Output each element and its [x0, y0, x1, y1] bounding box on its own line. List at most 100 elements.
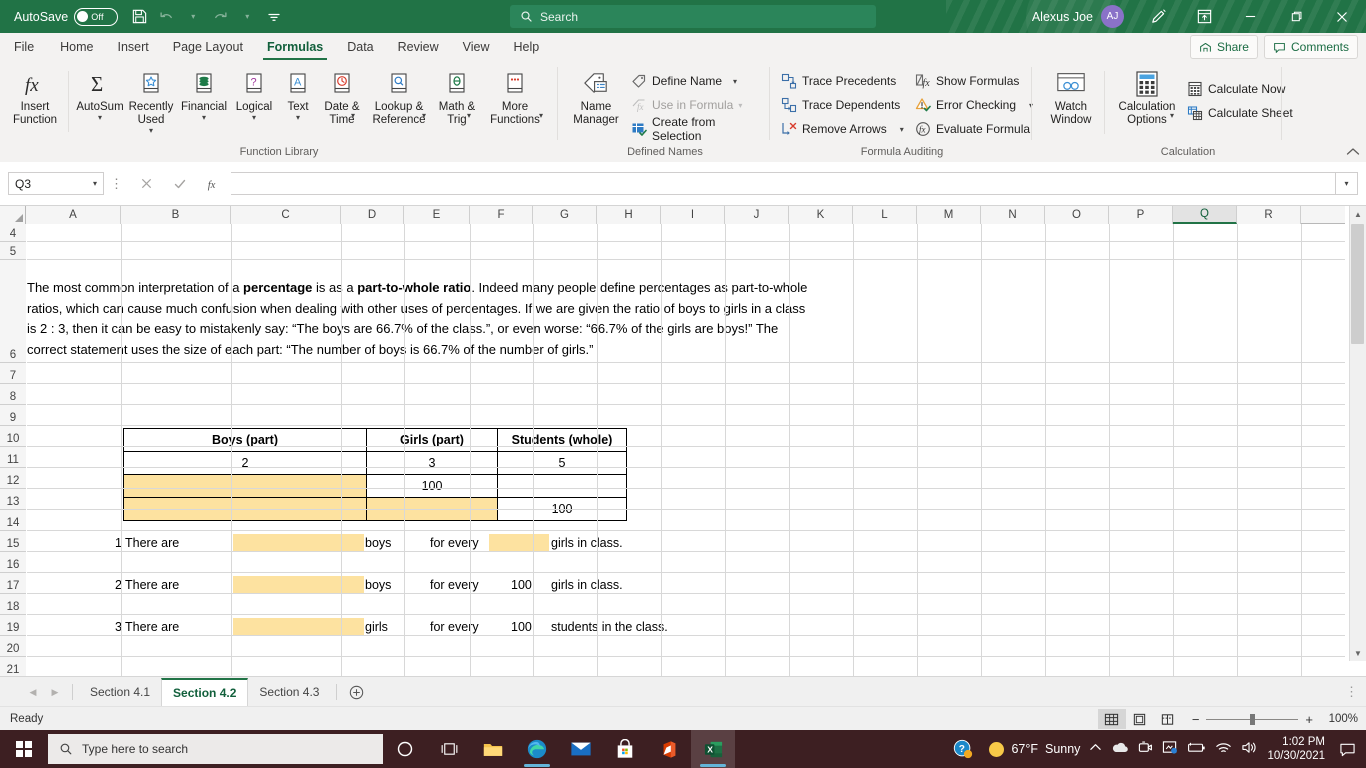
tab-home[interactable]: Home	[48, 33, 105, 61]
chevron-down-icon[interactable]: ▾	[539, 112, 543, 121]
name-manager-button[interactable]: Name Manager	[566, 61, 626, 127]
tab-view[interactable]: View	[451, 33, 502, 61]
row-header-5[interactable]: 5	[0, 242, 26, 260]
ribbon-display-pen-icon[interactable]	[1136, 0, 1180, 33]
chevron-down-icon[interactable]: ▾	[1170, 112, 1174, 121]
row-header-12[interactable]: 12	[0, 468, 26, 489]
column-header-Q[interactable]: Q	[1173, 206, 1237, 224]
column-header-G[interactable]: G	[533, 206, 597, 224]
chevron-down-icon[interactable]: ▾	[98, 114, 102, 123]
wifi-icon[interactable]	[1215, 741, 1232, 758]
expand-formula-bar-icon[interactable]: ▾	[1336, 172, 1358, 195]
row-header-20[interactable]: 20	[0, 636, 26, 657]
edge-browser-icon[interactable]	[515, 730, 559, 768]
zoom-in-button[interactable]: +	[1305, 712, 1313, 727]
screen-snip-icon[interactable]	[1162, 740, 1178, 758]
enter-icon[interactable]	[163, 172, 197, 195]
remove-arrows-button[interactable]: Remove Arrows ▾	[780, 117, 904, 141]
column-header-E[interactable]: E	[404, 206, 470, 224]
math-trig-button[interactable]: Math & Trig ▾	[432, 61, 482, 121]
search-input[interactable]: Search	[510, 5, 876, 28]
trace-dependents-button[interactable]: Trace Dependents	[780, 93, 904, 117]
tab-file[interactable]: File	[0, 33, 48, 61]
question-3-answer2[interactable]: 100	[511, 620, 532, 634]
weather-widget[interactable]: 67°F Sunny	[989, 742, 1080, 757]
avatar[interactable]: AJ	[1101, 5, 1124, 28]
column-header-N[interactable]: N	[981, 206, 1045, 224]
date-time-button[interactable]: Date & Time ▾	[318, 61, 366, 121]
excel-icon[interactable]: X	[691, 730, 735, 768]
column-header-P[interactable]: P	[1109, 206, 1173, 224]
chevron-down-icon[interactable]: ▾	[900, 125, 904, 134]
autosum-button[interactable]: Σ AutoSum ▾	[72, 61, 128, 123]
customize-quick-access-icon[interactable]	[261, 4, 287, 30]
windows-start-icon[interactable]	[0, 730, 48, 768]
tab-review[interactable]: Review	[386, 33, 451, 61]
taskbar-search-input[interactable]: Type here to search	[48, 734, 383, 764]
sheet-tab-section-4-1[interactable]: Section 4.1	[79, 679, 161, 705]
cell-boys-1[interactable]: 2	[124, 452, 367, 475]
row-header-16[interactable]: 16	[0, 552, 26, 573]
tab-help[interactable]: Help	[502, 33, 552, 61]
sheet-tab-section-4-2[interactable]: Section 4.2	[161, 678, 248, 706]
calculation-options-button[interactable]: Calculation Options ▾	[1110, 61, 1184, 121]
chevron-down-icon[interactable]: ▾	[252, 114, 256, 123]
error-checking-button[interactable]: Error Checking ▾	[914, 93, 1036, 117]
battery-icon[interactable]	[1187, 741, 1206, 757]
cell-boys-2[interactable]	[124, 475, 367, 498]
recently-used-button[interactable]: Recently Used ▾	[124, 61, 178, 136]
zoom-control[interactable]: − + 100%	[1192, 712, 1358, 727]
column-header-C[interactable]: C	[231, 206, 341, 224]
mail-icon[interactable]	[559, 730, 603, 768]
microsoft-store-icon[interactable]	[603, 730, 647, 768]
row-header-21[interactable]: 21	[0, 657, 26, 678]
zoom-out-button[interactable]: −	[1192, 712, 1200, 727]
onedrive-icon[interactable]	[1111, 741, 1129, 757]
tab-insert[interactable]: Insert	[106, 33, 161, 61]
chevron-down-icon[interactable]: ▾	[351, 112, 355, 121]
task-view-icon[interactable]	[427, 730, 471, 768]
question-1-answer1-input[interactable]	[233, 534, 364, 552]
autosave-control[interactable]: AutoSave Off	[14, 8, 118, 26]
office-icon[interactable]	[647, 730, 691, 768]
calculate-sheet-button[interactable]: Calculate Sheet	[1186, 101, 1316, 125]
show-hidden-icons-icon[interactable]	[1089, 741, 1102, 757]
column-header-H[interactable]: H	[597, 206, 661, 224]
vertical-scrollbar-thumb[interactable]	[1351, 224, 1364, 344]
comments-button[interactable]: Comments	[1264, 35, 1358, 59]
financial-button[interactable]: Financial ▾	[178, 61, 230, 123]
volume-icon[interactable]	[1241, 740, 1258, 758]
cell-girls-1[interactable]: 3	[367, 452, 498, 475]
row-header-10[interactable]: 10	[0, 426, 26, 447]
next-sheet-icon[interactable]: ▶	[44, 679, 66, 705]
share-button[interactable]: Share	[1190, 35, 1258, 59]
evaluate-formula-button[interactable]: fx Evaluate Formula	[914, 117, 1036, 141]
close-button[interactable]	[1320, 0, 1364, 33]
define-name-button[interactable]: Define Name ▾	[630, 69, 766, 93]
chevron-down-icon[interactable]: ▾	[422, 112, 426, 121]
cell-students-1[interactable]: 5	[498, 452, 627, 475]
logical-button[interactable]: ? Logical ▾	[230, 61, 278, 123]
watch-window-button[interactable]: Watch Window	[1042, 61, 1100, 127]
tab-formulas[interactable]: Formulas	[255, 33, 335, 61]
normal-view-icon[interactable]	[1098, 709, 1126, 729]
trace-precedents-button[interactable]: Trace Precedents	[780, 69, 904, 93]
row-header-7[interactable]: 7	[0, 363, 26, 384]
redo-icon[interactable]	[207, 4, 233, 30]
formula-input[interactable]	[231, 172, 1336, 195]
split-handle[interactable]: ⋮	[1345, 684, 1358, 700]
scroll-up-icon[interactable]: ▲	[1350, 206, 1366, 222]
undo-dropdown-icon[interactable]: ▾	[180, 4, 206, 30]
notifications-icon[interactable]	[1334, 730, 1360, 768]
text-button[interactable]: A Text ▾	[278, 61, 318, 123]
scroll-down-icon[interactable]: ▼	[1350, 645, 1366, 661]
zoom-slider-thumb[interactable]	[1250, 714, 1255, 725]
column-header-O[interactable]: O	[1045, 206, 1109, 224]
row-header-8[interactable]: 8	[0, 384, 26, 405]
more-functions-button[interactable]: More Functions ▾	[482, 61, 548, 121]
create-from-selection-button[interactable]: Create from Selection	[630, 117, 766, 141]
row-header-6[interactable]: 6	[0, 260, 26, 363]
restore-button[interactable]	[1274, 0, 1318, 33]
sheet-tab-section-4-3[interactable]: Section 4.3	[248, 679, 330, 705]
column-header-D[interactable]: D	[341, 206, 404, 224]
